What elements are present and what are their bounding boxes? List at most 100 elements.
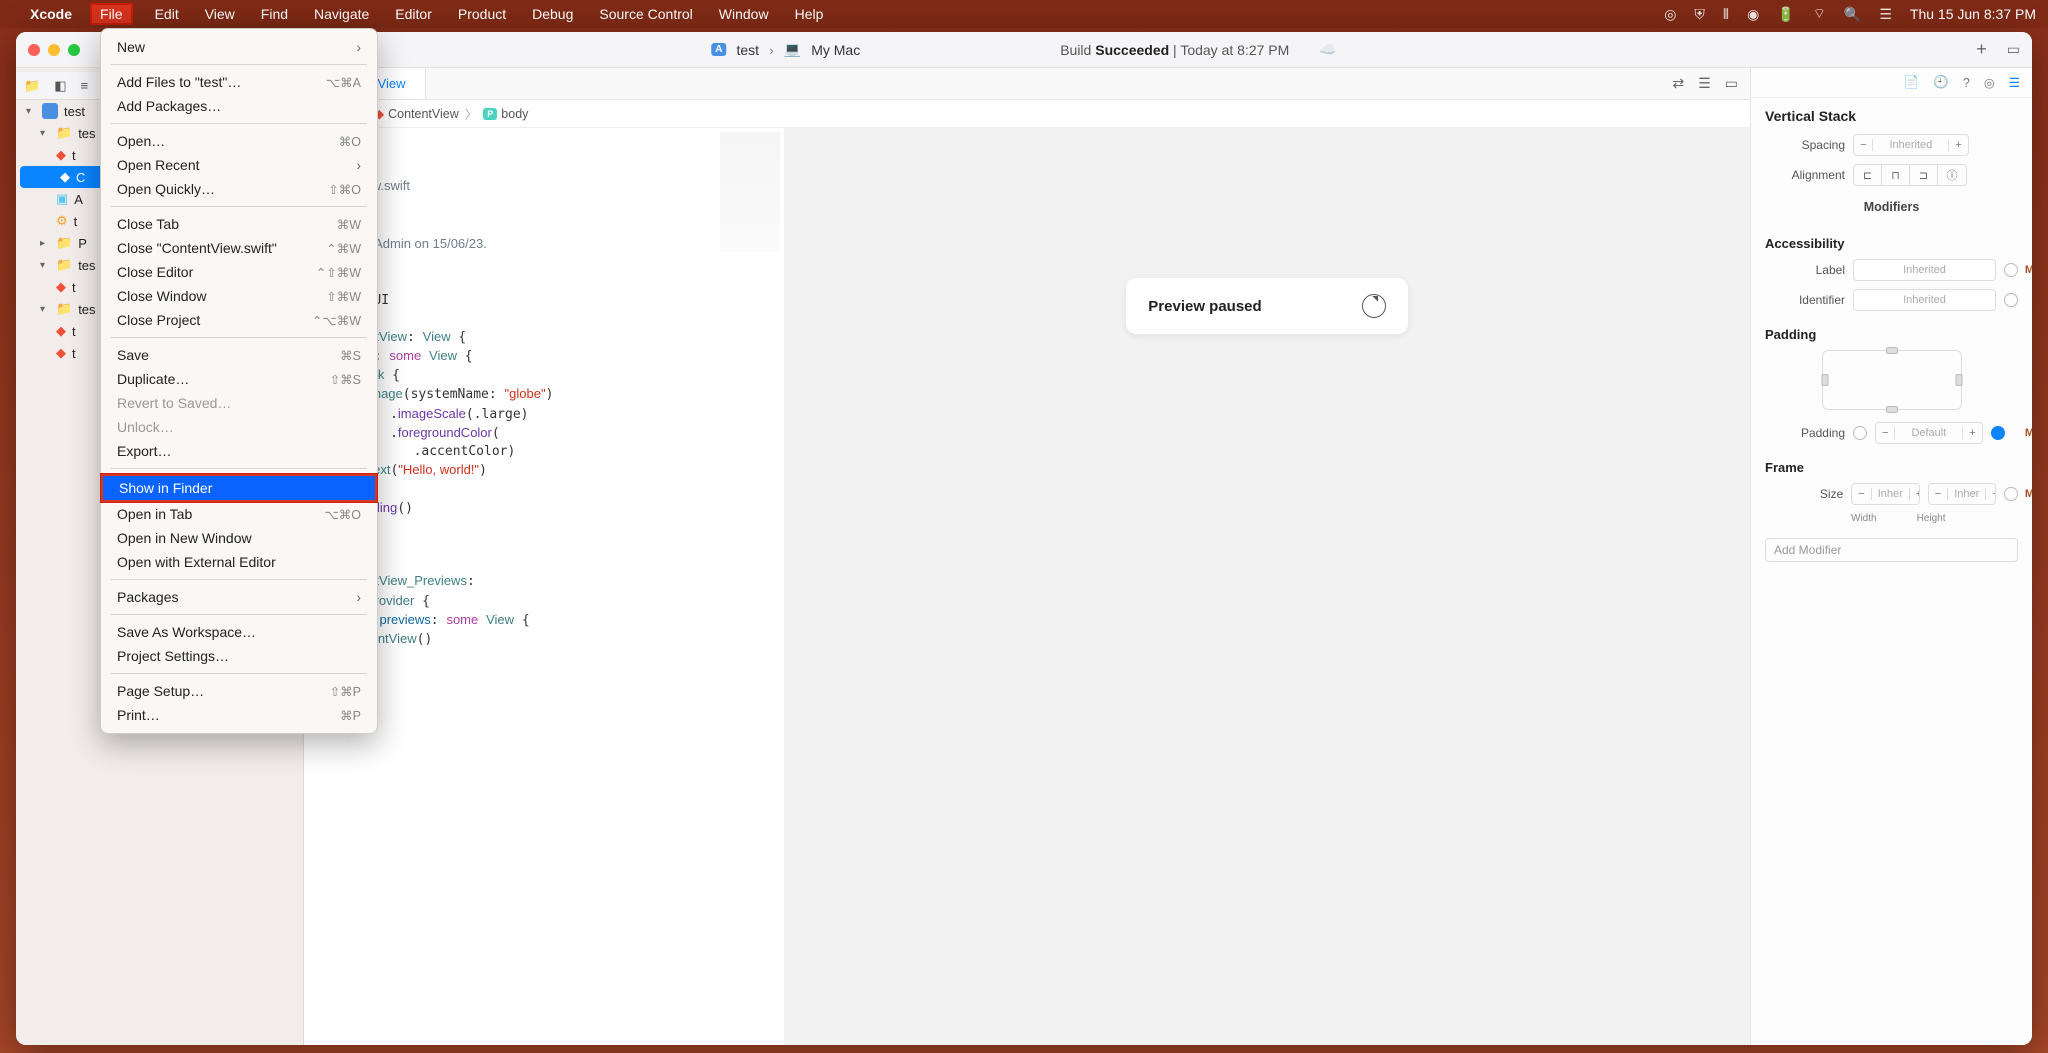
- add-tab-button[interactable]: +: [1976, 39, 1987, 60]
- menu-separator: [111, 579, 367, 580]
- menu-item-new[interactable]: New›: [101, 35, 377, 59]
- control-center-icon[interactable]: ☰: [1879, 6, 1892, 23]
- padding-edges-control[interactable]: [1822, 350, 1962, 410]
- menu-item-revert-to-saved: Revert to Saved…: [101, 391, 377, 415]
- menu-edit[interactable]: Edit: [151, 4, 183, 24]
- menu-editor[interactable]: Editor: [391, 4, 436, 24]
- menu-item-duplicate[interactable]: Duplicate…⇧⌘S: [101, 367, 377, 391]
- add-modifier-input[interactable]: Add Modifier: [1765, 538, 2018, 562]
- shortcut: ⌘O: [339, 134, 361, 149]
- menu-file[interactable]: File: [90, 3, 133, 25]
- shortcut: ⌘S: [340, 348, 361, 363]
- menu-item-project-settings[interactable]: Project Settings…: [101, 644, 377, 668]
- scheme-name[interactable]: test: [737, 42, 760, 58]
- battery-icon[interactable]: 🔋: [1777, 6, 1794, 23]
- shield-icon[interactable]: ⛨: [1694, 6, 1705, 23]
- preview-message: Preview paused: [1148, 298, 1261, 315]
- wifi-icon[interactable]: ⌔: [1813, 5, 1826, 23]
- related-items-icon[interactable]: ⇄: [1672, 75, 1684, 92]
- menu-navigate[interactable]: Navigate: [310, 4, 373, 24]
- menu-item-open-recent[interactable]: Open Recent›: [101, 153, 377, 177]
- spotlight-icon[interactable]: 🔍: [1844, 6, 1861, 23]
- width-stepper[interactable]: −Inher+: [1851, 483, 1920, 505]
- destination[interactable]: My Mac: [811, 42, 860, 58]
- app-name[interactable]: Xcode: [30, 6, 72, 22]
- symbol-navigator-icon[interactable]: ≡: [80, 78, 88, 94]
- user-icon[interactable]: ◉: [1747, 6, 1759, 23]
- property-icon: P: [483, 108, 497, 120]
- file-inspector-icon[interactable]: 📄: [1904, 75, 1920, 90]
- menu-separator: [111, 614, 367, 615]
- minimize-button[interactable]: [48, 44, 60, 56]
- menu-item-open-with-external-editor[interactable]: Open with External Editor: [101, 550, 377, 574]
- menu-separator: [111, 206, 367, 207]
- menu-separator: [111, 123, 367, 124]
- alignment-segmented[interactable]: ⊏⊓⊐ⓘ: [1853, 164, 1967, 186]
- menu-source-control[interactable]: Source Control: [595, 4, 696, 24]
- maximize-button[interactable]: [68, 44, 80, 56]
- menu-item-open-quickly[interactable]: Open Quickly…⇧⌘O: [101, 177, 377, 201]
- close-button[interactable]: [28, 44, 40, 56]
- identity-inspector-icon[interactable]: ◎: [1984, 75, 1995, 90]
- source-control-navigator-icon[interactable]: ◧: [54, 78, 66, 94]
- menu-separator: [111, 468, 367, 469]
- shortcut: ⌃⌥⌘W: [312, 313, 361, 328]
- menu-item-add-files-to-test[interactable]: Add Files to "test"…⌥⌘A: [101, 70, 377, 94]
- clock[interactable]: Thu 15 Jun 8:37 PM: [1910, 6, 2036, 22]
- creative-cloud-icon[interactable]: ◎: [1664, 6, 1676, 23]
- project-navigator-icon[interactable]: 📁: [24, 78, 40, 94]
- acc-id-toggle[interactable]: [2004, 293, 2018, 307]
- acc-label-input[interactable]: Inherited: [1853, 259, 1996, 281]
- shortcut: ⌘P: [340, 708, 361, 723]
- menu-item-save-as-workspace[interactable]: Save As Workspace…: [101, 620, 377, 644]
- menu-item-export[interactable]: Export…: [101, 439, 377, 463]
- menu-item-close-editor[interactable]: Close Editor⌃⇧⌘W: [101, 260, 377, 284]
- menu-item-page-setup[interactable]: Page Setup…⇧⌘P: [101, 679, 377, 703]
- library-button[interactable]: ▭: [2007, 41, 2020, 58]
- menu-item-close-tab[interactable]: Close Tab⌘W: [101, 212, 377, 236]
- canvas-toggle-icon[interactable]: ▭: [1725, 75, 1738, 92]
- menu-window[interactable]: Window: [715, 4, 773, 24]
- adjust-editor-icon[interactable]: ☰: [1698, 75, 1711, 92]
- padding-active-indicator[interactable]: [1991, 426, 2005, 440]
- attributes-inspector-icon[interactable]: ☰: [2009, 75, 2020, 90]
- menu-item-packages[interactable]: Packages›: [101, 585, 377, 609]
- alignment-label: Alignment: [1765, 168, 1845, 182]
- menu-item-close-contentview-swift[interactable]: Close "ContentView.swift"⌃⌘W: [101, 236, 377, 260]
- acc-label-toggle[interactable]: [2004, 263, 2018, 277]
- menu-item-open-in-tab[interactable]: Open in Tab⌥⌘O: [101, 502, 377, 526]
- minimap[interactable]: [720, 132, 780, 252]
- menu-item-add-packages[interactable]: Add Packages…: [101, 94, 377, 118]
- menu-help[interactable]: Help: [791, 4, 828, 24]
- menu-item-open-in-new-window[interactable]: Open in New Window: [101, 526, 377, 550]
- menu-product[interactable]: Product: [454, 4, 510, 24]
- padding-label: Padding: [1765, 426, 1845, 440]
- spacing-stepper[interactable]: −Inherited+: [1853, 134, 1969, 156]
- scheme-icon: A: [711, 43, 726, 56]
- chevron-right-icon: ›: [356, 39, 361, 55]
- frame-toggle[interactable]: [2004, 487, 2018, 501]
- editor-area: ◆ ContentView ⇄ ☰ ▭ ▣ test 〉 ◆ ContentVi…: [304, 68, 1750, 1045]
- history-inspector-icon[interactable]: 🕘: [1933, 75, 1949, 90]
- menu-item-show-in-finder[interactable]: Show in Finder: [101, 474, 377, 502]
- menu-item-save[interactable]: Save⌘S: [101, 343, 377, 367]
- width-caption: Width: [1851, 513, 1877, 524]
- padding-stepper[interactable]: −Default+: [1875, 422, 1983, 444]
- bars-icon[interactable]: ⦀: [1723, 6, 1729, 23]
- resume-preview-button[interactable]: [1362, 294, 1386, 318]
- padding-check[interactable]: [1853, 426, 1867, 440]
- menu-item-print[interactable]: Print…⌘P: [101, 703, 377, 727]
- frame-header: Frame: [1751, 448, 2032, 479]
- menu-find[interactable]: Find: [257, 4, 292, 24]
- menu-item-close-project[interactable]: Close Project⌃⌥⌘W: [101, 308, 377, 332]
- height-stepper[interactable]: −Inher+: [1928, 483, 1997, 505]
- acc-id-input[interactable]: Inherited: [1853, 289, 1996, 311]
- jump-bar[interactable]: ▣ test 〉 ◆ ContentView 〉 P body: [304, 100, 1750, 128]
- menu-item-unlock: Unlock…: [101, 415, 377, 439]
- menu-view[interactable]: View: [201, 4, 239, 24]
- menu-debug[interactable]: Debug: [528, 4, 577, 24]
- menu-item-open[interactable]: Open…⌘O: [101, 129, 377, 153]
- menu-separator: [111, 673, 367, 674]
- menu-item-close-window[interactable]: Close Window⇧⌘W: [101, 284, 377, 308]
- help-inspector-icon[interactable]: ?: [1963, 76, 1970, 90]
